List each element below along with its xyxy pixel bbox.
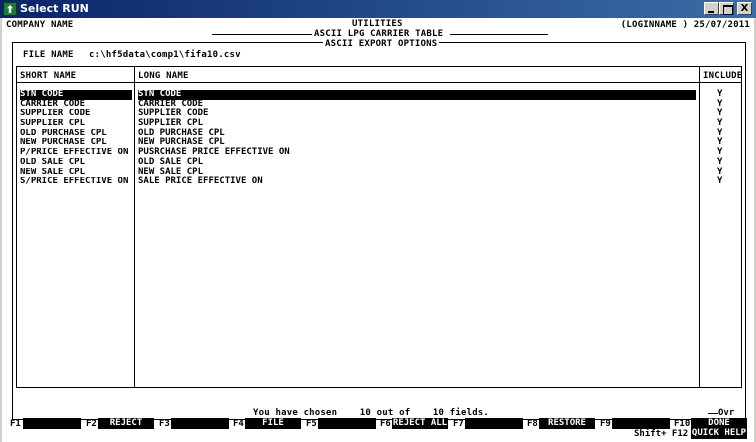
- long-name-cell: CARRIER CODE: [138, 98, 204, 109]
- f2-key: F2: [86, 419, 97, 429]
- f8-key: F8: [527, 419, 538, 429]
- table-row[interactable]: NEW SALE CPL NEW SALE CPL Y: [17, 167, 741, 178]
- export-options-frame: ASCII EXPORT OPTIONS FILE NAME c:\hf5dat…: [12, 39, 746, 420]
- short-name-cell: P/PRICE EFFECTIVE ON: [20, 148, 129, 158]
- file-button[interactable]: FILE: [245, 418, 301, 429]
- subtitle-rule-left: [212, 34, 312, 35]
- screen-title: UTILITIES: [352, 19, 403, 29]
- long-name-cell: SUPPLIER CODE: [138, 108, 209, 119]
- long-name-cell: OLD SALE CPL: [138, 156, 204, 167]
- ovr-rule: [708, 413, 718, 414]
- f1-button[interactable]: [23, 418, 81, 429]
- table-row[interactable]: SUPPLIER CPL SUPPLIER CPL Y: [17, 118, 741, 129]
- fields-table: SHORT NAME LONG NAME INCLUDE STN CODE STN…: [16, 66, 742, 388]
- column-header-include: INCLUDE: [703, 71, 743, 81]
- file-name-label: FILE NAME: [23, 50, 74, 60]
- export-options-title: ASCII EXPORT OPTIONS: [323, 39, 440, 49]
- overwrite-indicator: Ovr: [718, 408, 735, 418]
- window-title: Select RUN: [20, 2, 89, 15]
- login-date: (LOGINNAME ) 25/07/2011: [620, 20, 750, 30]
- function-key-bar: Ovr F1 F2 REJECT F3 F4 FILE F5 F6 REJECT…: [2, 408, 754, 442]
- column-header-short-name: SHORT NAME: [20, 71, 77, 81]
- short-name-cell: SUPPLIER CODE: [20, 109, 91, 119]
- table-row[interactable]: SUPPLIER CODE SUPPLIER CODE Y: [17, 109, 741, 119]
- f10-key: F10: [674, 419, 691, 429]
- restore-button[interactable]: RESTORE: [539, 418, 595, 429]
- short-name-cell: NEW PURCHASE CPL: [20, 138, 107, 148]
- window-titlebar[interactable]: Select RUN X: [0, 0, 756, 18]
- minimize-button[interactable]: [704, 2, 719, 15]
- company-name: COMPANY NAME: [6, 20, 74, 30]
- column-header-long-name: LONG NAME: [138, 71, 189, 81]
- table-row[interactable]: NEW PURCHASE CPL NEW PURCHASE CPL Y: [17, 138, 741, 148]
- long-name-cell: PUSRCHASE PRICE EFFECTIVE ON: [138, 147, 290, 158]
- short-name-cell: NEW SALE CPL: [20, 167, 86, 177]
- long-name-cell: STN CODE: [138, 89, 696, 100]
- shift-f12-key: Shift+ F12: [634, 429, 689, 439]
- f9-key: F9: [600, 419, 611, 429]
- short-name-cell: OLD SALE CPL: [20, 157, 86, 167]
- close-button[interactable]: X: [737, 2, 752, 15]
- short-name-cell: SUPPLIER CPL: [20, 119, 86, 129]
- f9-button[interactable]: [612, 418, 670, 429]
- f4-key: F4: [233, 419, 244, 429]
- f6-key: F6: [380, 419, 391, 429]
- table-row[interactable]: P/PRICE EFFECTIVE ON PUSRCHASE PRICE EFFE…: [17, 147, 741, 158]
- terminal-screen: COMPANY NAME UTILITIES (LOGINNAME ) 25/0…: [0, 18, 756, 442]
- table-row[interactable]: STN CODE STN CODE Y: [17, 89, 741, 100]
- short-name-cell: STN CODE: [20, 90, 132, 100]
- f5-button[interactable]: [318, 418, 376, 429]
- app-icon: [3, 2, 17, 16]
- maximize-button[interactable]: [719, 2, 734, 15]
- short-name-cell: OLD PURCHASE CPL: [20, 128, 107, 138]
- long-name-cell: SALE PRICE EFFECTIVE ON: [138, 176, 263, 187]
- f5-key: F5: [306, 419, 317, 429]
- table-row[interactable]: OLD PURCHASE CPL OLD PURCHASE CPL Y: [17, 128, 741, 139]
- screen-subtitle: ASCII LPG CARRIER TABLE: [314, 29, 444, 39]
- short-name-cell: S/PRICE EFFECTIVE ON: [20, 177, 129, 187]
- f7-button[interactable]: [465, 418, 523, 429]
- include-cell[interactable]: Y: [717, 176, 722, 187]
- table-row[interactable]: CARRIER CODE CARRIER CODE Y: [17, 98, 741, 110]
- reject-button[interactable]: REJECT: [98, 418, 154, 429]
- f7-key: F7: [453, 419, 464, 429]
- field-rows: STN CODE STN CODE Y CARRIER CODE CARRIER CO…: [17, 89, 741, 187]
- short-name-cell: CARRIER CODE: [20, 99, 86, 109]
- header-divider: [17, 82, 741, 83]
- f3-button[interactable]: [171, 418, 229, 429]
- file-name-field[interactable]: c:\hf5data\comp1\fifa10.csv: [89, 50, 241, 60]
- table-row[interactable]: S/PRICE EFFECTIVE ON SALE PRICE EFFECTIVE…: [17, 176, 741, 187]
- subtitle-rule-right: [450, 34, 548, 35]
- f3-key: F3: [159, 419, 170, 429]
- reject-all-button[interactable]: REJECT ALL: [392, 418, 448, 429]
- table-row[interactable]: OLD SALE CPL OLD SALE CPL Y: [17, 156, 741, 168]
- quick-help-button[interactable]: QUICK HELP: [691, 428, 747, 439]
- f1-key: F1: [10, 419, 21, 429]
